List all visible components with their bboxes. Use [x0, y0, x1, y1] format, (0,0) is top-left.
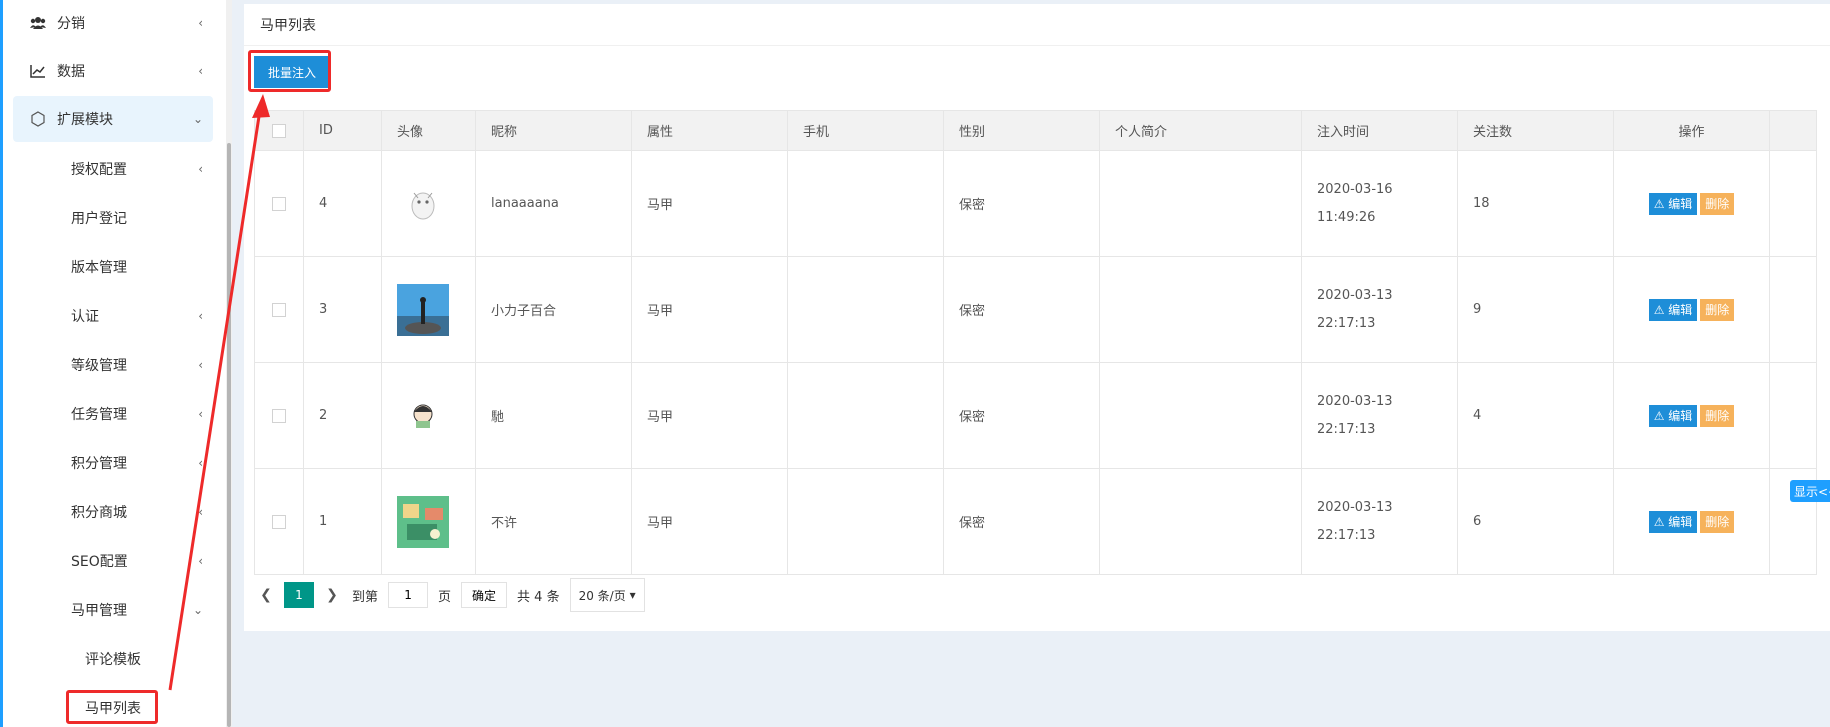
annotation-arrow: [168, 94, 270, 691]
annotation-arrow-line: [168, 109, 262, 691]
annotation-arrow-head: [252, 94, 270, 118]
